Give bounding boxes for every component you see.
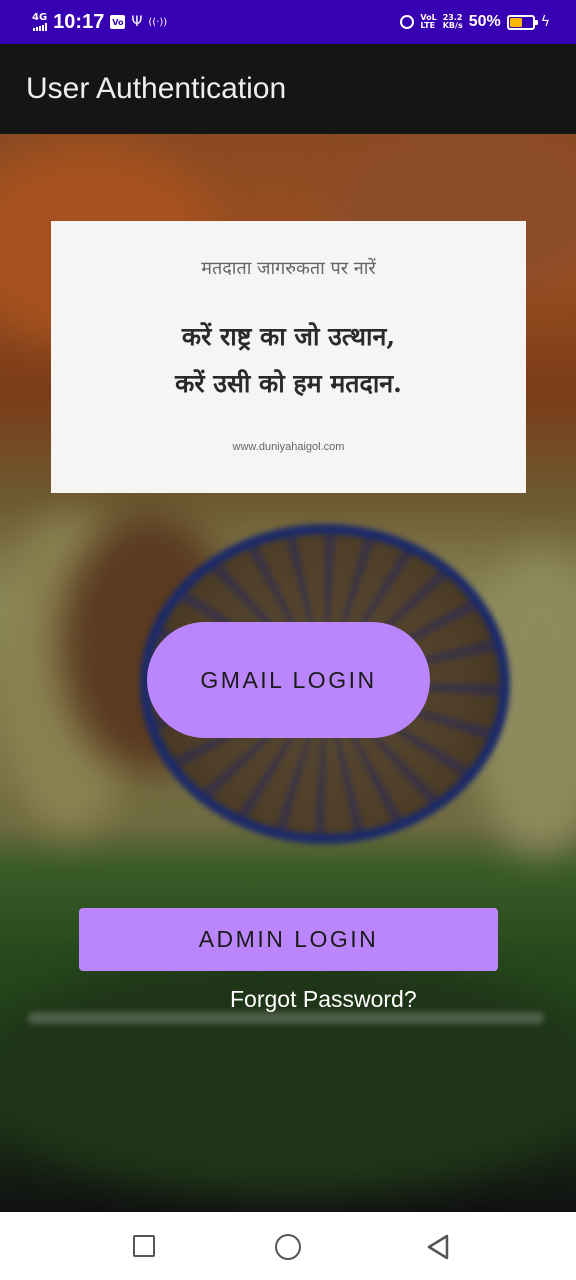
poster-slogan-line-2: करें उसी को हम मतदान. (175, 369, 402, 398)
network-type: 4G (32, 12, 48, 23)
charging-icon: ϟ (540, 14, 550, 30)
system-nav-bar (0, 1212, 576, 1280)
admin-login-button[interactable]: ADMIN LOGIN (79, 908, 498, 971)
status-bar: 4G 10:17 Vo Ψ ((·)) VoL LTE 23.2 KB/s 50… (0, 0, 576, 44)
app-bar: User Authentication (0, 44, 576, 134)
battery-fill (509, 17, 522, 27)
speed-unit: KB/s (442, 21, 463, 30)
back-icon[interactable] (425, 1233, 453, 1261)
poster-heading: मतदाता जागरुकता पर नारें (201, 258, 376, 279)
volte-bottom: LTE (420, 21, 436, 30)
network-indicator: 4G (32, 13, 47, 31)
usb-icon: Ψ (131, 14, 143, 30)
alarm-icon (400, 15, 415, 29)
forgot-password-link[interactable]: Forgot Password? (230, 986, 417, 1013)
status-bar-right: VoL LTE 23.2 KB/s 50% ϟ (400, 0, 550, 44)
volte-indicator: VoL LTE (420, 14, 436, 30)
signal-icon (32, 23, 47, 31)
recent-apps-icon[interactable] (133, 1235, 155, 1257)
gmail-login-button[interactable]: GMAIL LOGIN (147, 622, 430, 738)
battery-icon (506, 14, 538, 30)
speed-indicator: 23.2 KB/s (443, 14, 463, 30)
battery-percent: 50% (468, 13, 501, 30)
poster-url: www.duniyahaigol.com (232, 441, 345, 453)
home-icon[interactable] (275, 1234, 301, 1260)
slogan-poster-image: मतदाता जागरुकता पर नारें करें राष्ट्र का… (51, 221, 526, 493)
clock: 10:17 (53, 10, 105, 33)
blurred-caption (28, 1012, 544, 1024)
poster-slogan-line-1: करें राष्ट्र का जो उत्थान, (181, 322, 396, 351)
status-bar-left: 4G 10:17 Vo Ψ ((·)) (32, 0, 167, 44)
page-title: User Authentication (26, 72, 287, 105)
vo-badge-icon: Vo (110, 15, 126, 29)
hotspot-icon: ((·)) (148, 16, 168, 28)
